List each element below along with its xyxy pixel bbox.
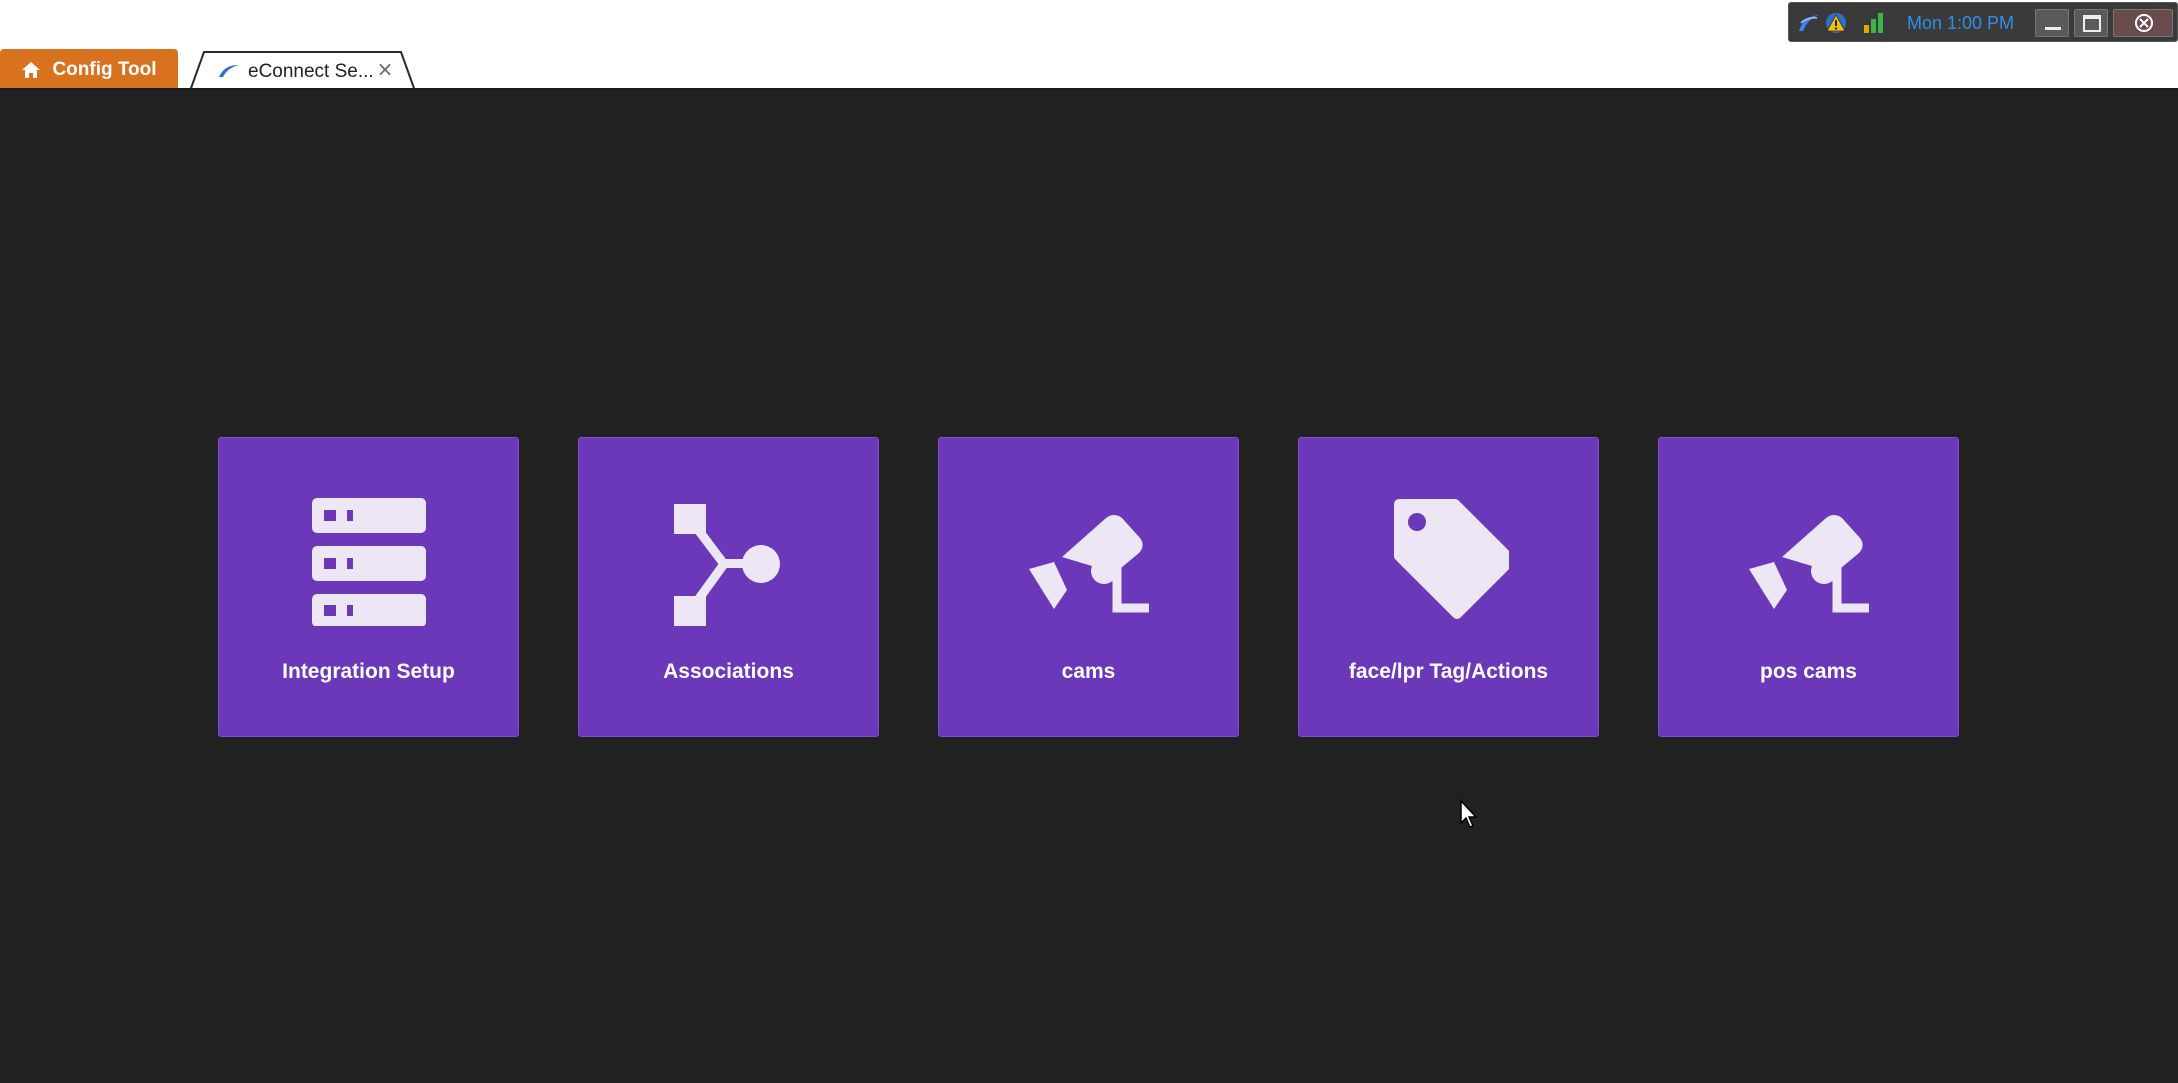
tab-econnect-label: eConnect Se... (248, 61, 374, 82)
close-window-icon (2135, 14, 2153, 32)
close-window-button[interactable] (2113, 9, 2173, 37)
tab-config-tool[interactable]: Config Tool (0, 49, 178, 91)
tile-cams[interactable]: cams (938, 437, 1239, 737)
security-camera-icon (1749, 515, 1869, 613)
tile-associations[interactable]: Associations (578, 437, 879, 737)
tile-label: face/lpr Tag/Actions (1348, 660, 1549, 683)
security-camera-icon (1029, 515, 1149, 613)
tag-icon (1394, 499, 1509, 619)
main-content: Integration Setup Associations cams face… (0, 88, 2178, 1083)
econnect-logo-icon (219, 65, 239, 77)
home-icon (22, 62, 41, 78)
minimize-icon (2045, 27, 2061, 30)
tab-config-tool-label: Config Tool (52, 59, 157, 80)
server-icon (312, 498, 426, 626)
signal-bars-icon[interactable] (1861, 11, 1885, 35)
warning-icon[interactable] (1824, 11, 1848, 35)
tile-face-lpr-tag-actions[interactable]: face/lpr Tag/Actions (1298, 437, 1599, 737)
app-window: Config Tool eConnect Se... × Mon 1:00 PM… (0, 0, 2178, 1083)
tile-label: Associations (663, 660, 794, 683)
tile-integration-setup[interactable]: Integration Setup (218, 437, 519, 737)
tile-pos-cams[interactable]: pos cams (1658, 437, 1959, 737)
maximize-button[interactable] (2074, 9, 2108, 37)
mouse-cursor-icon (1460, 799, 1478, 828)
branch-icon (674, 504, 780, 626)
close-tab-icon[interactable]: × (376, 59, 394, 79)
tile-label: cams (1061, 660, 1116, 683)
tile-label: pos cams (1760, 660, 1857, 683)
tile-label: Integration Setup (282, 660, 455, 683)
maximize-icon (2083, 15, 2101, 32)
minimize-button[interactable] (2035, 9, 2069, 37)
system-tray: Mon 1:00 PM (1788, 2, 2178, 42)
tab-econnect[interactable]: eConnect Se... × (190, 51, 415, 91)
clock[interactable]: Mon 1:00 PM (1907, 13, 2014, 34)
app-logo-icon[interactable] (1797, 11, 1821, 35)
